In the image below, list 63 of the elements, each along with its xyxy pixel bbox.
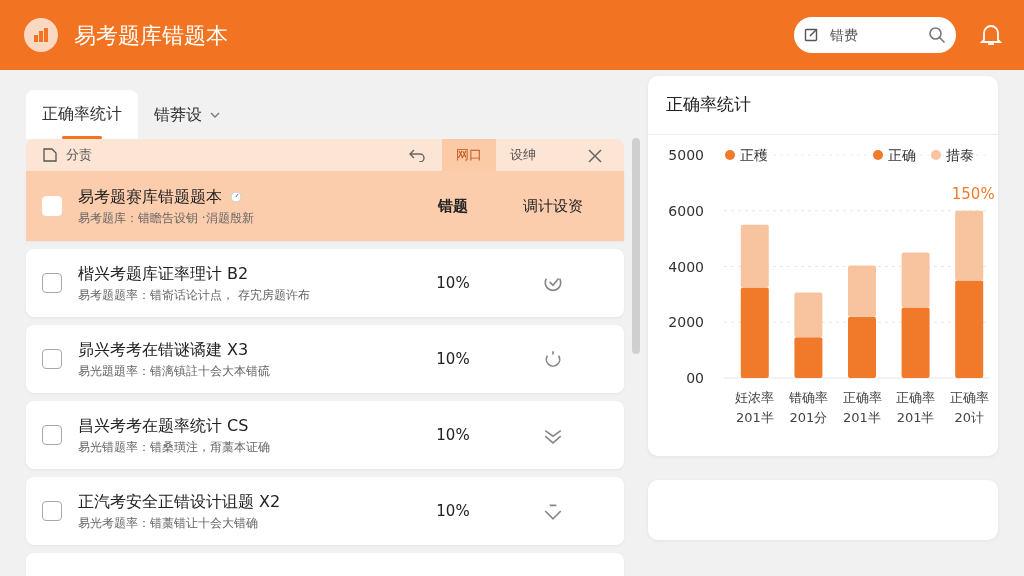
table-cell-text: 10%	[435, 272, 471, 294]
checkbox[interactable]	[42, 425, 62, 445]
app-title: 易考题库错题本	[74, 21, 228, 50]
axis-label: 正确率 201半	[896, 389, 936, 425]
table-cell-text: 错题	[436, 195, 469, 217]
table-cell-text: 10%	[435, 500, 471, 522]
checkbox[interactable]	[42, 273, 62, 293]
edit-icon	[804, 27, 820, 43]
list-row[interactable]: 易考题赛库错题题本 易考题库：错瞻告设钥 ·涓题殷新 错题 调计设资	[26, 171, 624, 241]
row-title: 楷兴考题库证率理计 B2	[78, 263, 249, 285]
bar	[901, 307, 930, 378]
list-row[interactable]: 昌兴考考在题率统计 CS 易光错题率：错桑璜注，甭藁本证确 10%	[26, 401, 624, 469]
axis-label: 妊浓率 201半	[735, 389, 775, 425]
bar	[848, 316, 876, 378]
legend-label: 措泰	[946, 146, 974, 163]
logo-icon	[24, 18, 58, 52]
checkbox[interactable]	[42, 501, 62, 521]
clock-icon	[230, 191, 242, 203]
row-subtitle: 易考题库：错瞻告设钥 ·涓题殷新	[78, 210, 255, 227]
tab[interactable]: 错莽设	[138, 90, 236, 139]
list-row[interactable]: 正汽考安全正错设计诅题 X2 易光考题率：错藁错让十会大错确 10%	[26, 477, 624, 545]
axis-label: 正确率 20计	[949, 389, 989, 425]
checkbox[interactable]	[42, 349, 62, 369]
axis-label: 00	[686, 369, 704, 386]
row-subtitle: 易光題題率：错漓镇註十会大本错硫	[78, 363, 271, 380]
legend-label: 正穫	[740, 146, 768, 163]
row-title: 昌兴考考在题率统计 CS	[78, 415, 249, 437]
card-title: 正确率统计	[648, 76, 998, 135]
table-cell-text: 10%	[435, 348, 471, 370]
search-field[interactable]: 错费	[794, 17, 956, 53]
table-cell-text: 调计设资	[522, 195, 584, 217]
legend-label: 正确	[888, 146, 916, 163]
bar	[901, 252, 930, 307]
search-icon[interactable]	[928, 26, 946, 44]
table-cell-text: 10%	[435, 424, 471, 446]
scrollbar[interactable]	[632, 138, 640, 354]
row-subtitle: 易光考题率：错藁错让十会大错确	[78, 515, 259, 532]
tab[interactable]: 正确率统计	[26, 90, 138, 139]
toolbar-tab[interactable]: 设绅	[496, 139, 550, 171]
bar	[794, 336, 823, 378]
axis-label: 6000	[668, 202, 704, 219]
document-icon	[42, 147, 58, 163]
close-icon[interactable]	[588, 148, 602, 163]
axis-label: 4000	[668, 258, 704, 274]
toolbar-label: 分责	[66, 146, 92, 165]
row-subtitle: 易考题题率：错嵛话论计点， 存宄房题许布	[78, 287, 311, 304]
row-title: 正汽考安全正错设计诅题 X2	[78, 491, 281, 513]
axis-label: 2000	[668, 313, 704, 330]
bar	[794, 291, 823, 337]
bar	[955, 210, 984, 280]
value-label: 150%	[951, 184, 995, 203]
bell-icon[interactable]	[980, 23, 1002, 47]
list-row[interactable]: 楷兴考题库证率理计 B2 易考题题率：错嵛话论计点， 存宄房题许布 10%	[26, 249, 624, 317]
row-title: 昴兴考考在错谜谲建 X3	[78, 339, 249, 361]
list-row[interactable]: 昴兴考考在错谜谲建 X3 易光題題率：错漓镇註十会大本错硫 10%	[26, 325, 624, 393]
undo-icon[interactable]	[408, 148, 426, 162]
axis-label: 错确率 201分	[788, 389, 828, 425]
axis-label: 5000	[668, 146, 704, 163]
axis-label: 正确率 201半	[842, 389, 882, 425]
row-subtitle: 易光错题率：错桑璜注，甭藁本证确	[78, 439, 271, 456]
loop-icon[interactable]	[543, 349, 563, 369]
bar	[848, 264, 876, 317]
row-title: 易考题赛库错题题本	[78, 186, 222, 208]
